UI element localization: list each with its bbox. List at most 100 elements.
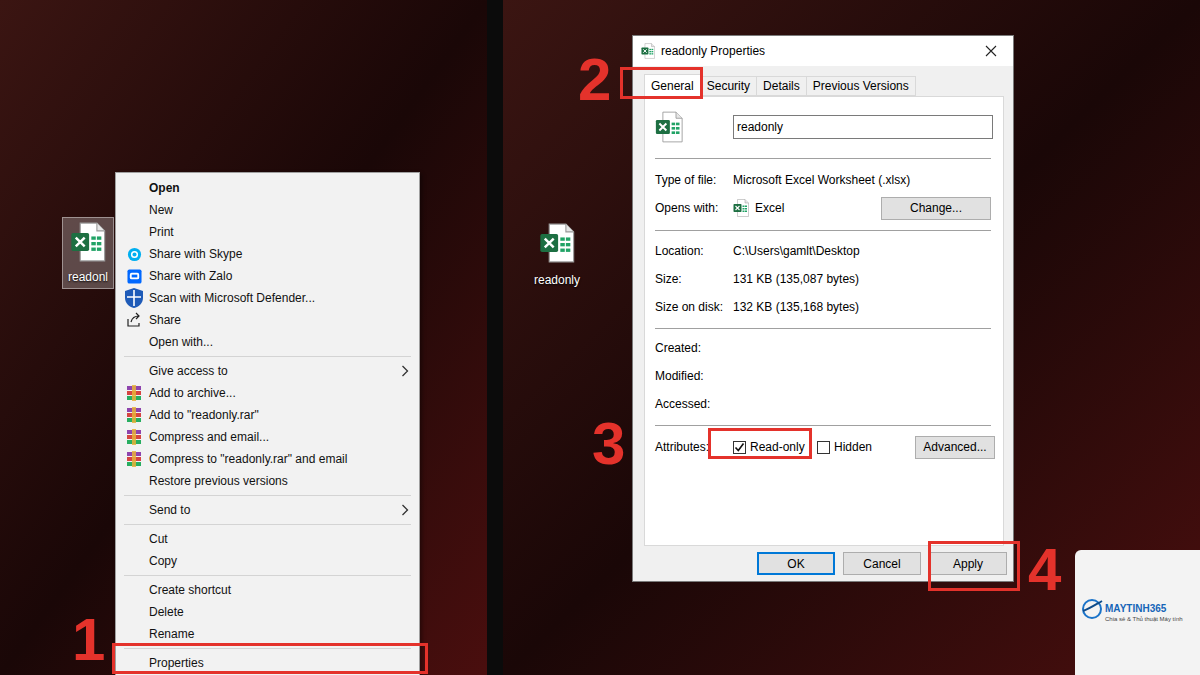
field-label: Attributes:	[655, 440, 733, 454]
separator-line	[124, 495, 411, 496]
menu-icon-slot	[124, 331, 144, 353]
dialog-button[interactable]: Apply	[929, 552, 1007, 575]
zalo-icon	[127, 269, 142, 284]
separator-line	[124, 356, 411, 357]
excel-file-icon	[539, 223, 575, 263]
date-row: Accessed:	[655, 393, 993, 415]
menu-separator	[116, 572, 419, 579]
menu-item-label: Copy	[149, 554, 177, 568]
menu-separator	[116, 645, 419, 652]
menu-item[interactable]: New	[116, 199, 419, 221]
dialog-button[interactable]: Cancel	[843, 552, 921, 575]
share-icon	[126, 312, 142, 328]
separator	[655, 158, 991, 159]
menu-icon-slot	[124, 221, 144, 243]
menu-item-label: Add to "readonly.rar"	[149, 408, 259, 422]
menu-item[interactable]: Rename	[116, 623, 419, 645]
field-label: Size:	[655, 272, 733, 286]
change-button[interactable]: Change...	[881, 197, 991, 220]
menu-item[interactable]: Delete	[116, 601, 419, 623]
winrar-icon	[126, 429, 142, 445]
globe-icon	[1081, 598, 1103, 620]
winrar-icon	[126, 451, 142, 467]
attribute-option[interactable]: Hidden	[817, 440, 872, 454]
menu-item-label: Share with Skype	[149, 247, 242, 261]
tab[interactable]: Security	[701, 76, 757, 96]
menu-item-label: Share with Zalo	[149, 269, 232, 283]
menu-item[interactable]: Add to "readonly.rar"	[116, 404, 419, 426]
menu-separator	[116, 521, 419, 528]
dialog-button[interactable]: OK	[757, 552, 835, 575]
menu-item[interactable]: Restore previous versions	[116, 470, 419, 492]
field-label: Accessed:	[655, 397, 733, 411]
checkbox[interactable]	[817, 441, 830, 454]
size-on-disk-row: Size on disk:132 KB (135,168 bytes)	[655, 296, 993, 318]
menu-item-label: Send to	[149, 503, 190, 517]
menu-icon-slot	[124, 177, 144, 199]
field-label: Modified:	[655, 369, 733, 383]
desktop-icon-label: readonly	[534, 273, 580, 287]
winrar-icon	[126, 385, 142, 401]
logo-name: MAYTINH365	[1105, 603, 1183, 615]
file-name-field[interactable]	[733, 115, 993, 139]
step-number: 1	[72, 610, 105, 670]
menu-item-label: Create shortcut	[149, 583, 231, 597]
step-number: 4	[1028, 540, 1061, 600]
tab[interactable]: Details	[757, 76, 807, 96]
menu-item[interactable]: Add to archive...	[116, 382, 419, 404]
attributes-row: Attributes:Read-onlyHidden Advanced...	[655, 435, 993, 459]
checkbox[interactable]	[733, 441, 746, 454]
menu-item[interactable]: Copy	[116, 550, 419, 572]
screenshot: readonlOpenNewPrint Share with Skype Share…	[0, 0, 1200, 675]
menu-item-label: Compress and email...	[149, 430, 269, 444]
desktop-icon[interactable]: readonly	[527, 218, 587, 292]
separator-line	[124, 524, 411, 525]
menu-icon-slot	[124, 309, 144, 331]
menu-icon-slot	[124, 382, 144, 404]
excel-file-icon	[70, 222, 106, 262]
menu-icon-slot	[124, 360, 144, 382]
menu-item[interactable]: Compress to "readonly.rar" and email	[116, 448, 419, 470]
desktop-icon[interactable]: readonl	[62, 217, 114, 289]
properties-dialog: readonly PropertiesGeneralSecurityDetail…	[632, 35, 1014, 582]
tab[interactable]: Previous Versions	[807, 76, 916, 96]
menu-icon-slot	[124, 426, 144, 448]
submenu-arrow-icon	[401, 365, 409, 377]
menu-icon-slot	[124, 652, 144, 674]
menu-icon-slot	[124, 265, 144, 287]
attribute-option[interactable]: Read-only	[733, 440, 817, 454]
winrar-icon	[126, 407, 142, 423]
menu-icon-slot	[124, 601, 144, 623]
menu-item[interactable]: Share	[116, 309, 419, 331]
field-label: Size on disk:	[655, 300, 733, 314]
menu-item[interactable]: Compress and email...	[116, 426, 419, 448]
logo: MAYTINH365Chia sẻ & Thủ thuật Máy tính	[1075, 550, 1200, 675]
separator	[655, 425, 991, 426]
menu-item[interactable]: Open	[116, 177, 419, 199]
menu-item-label: Restore previous versions	[149, 474, 288, 488]
menu-item[interactable]: Give access to	[116, 360, 419, 382]
menu-icon-slot	[124, 550, 144, 572]
menu-item[interactable]: Open with...	[116, 331, 419, 353]
menu-item[interactable]: Cut	[116, 528, 419, 550]
menu-item-label: Cut	[149, 532, 168, 546]
menu-item-label: Share	[149, 313, 181, 327]
tab[interactable]: General	[644, 74, 701, 97]
separator-line	[124, 575, 411, 576]
menu-item[interactable]: Print	[116, 221, 419, 243]
menu-item[interactable]: Scan with Microsoft Defender...	[116, 287, 419, 309]
excel-file-icon	[655, 111, 683, 143]
menu-icon-slot	[124, 448, 144, 470]
close-icon[interactable]	[969, 36, 1013, 66]
menu-item[interactable]: Send to	[116, 499, 419, 521]
menu-item[interactable]: Create shortcut	[116, 579, 419, 601]
field-label: Type of file:	[655, 173, 733, 187]
menu-item[interactable]: Share with Zalo	[116, 265, 419, 287]
excel-icon	[641, 43, 655, 59]
menu-item[interactable]: Properties	[116, 652, 419, 674]
advanced-button[interactable]: Advanced...	[915, 436, 995, 459]
menu-item[interactable]: Share with Skype	[116, 243, 419, 265]
logo-text: MAYTINH365Chia sẻ & Thủ thuật Máy tính	[1105, 603, 1183, 623]
field-value: 132 KB (135,168 bytes)	[733, 300, 859, 314]
menu-separator	[116, 492, 419, 499]
